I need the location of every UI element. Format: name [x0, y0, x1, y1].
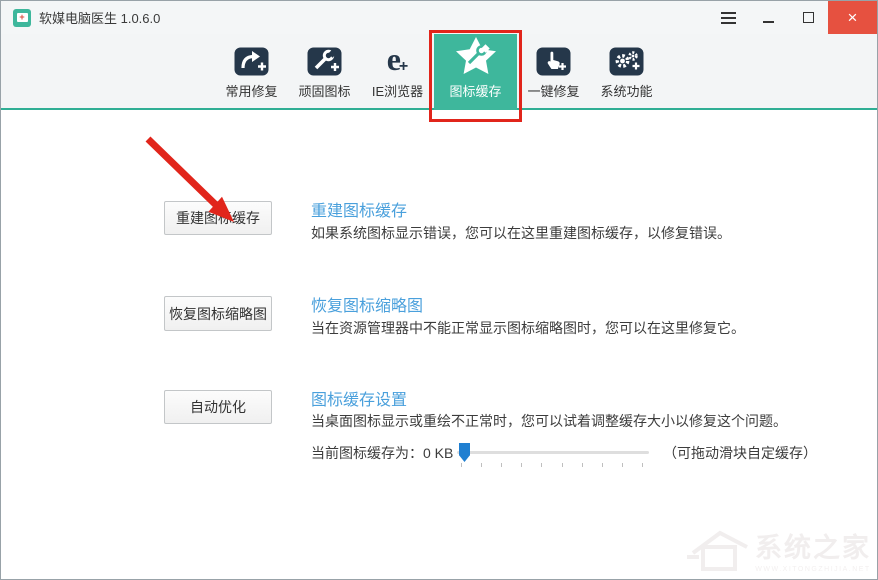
watermark-house-icon [685, 523, 755, 575]
section-desc-cache-settings: 当桌面图标显示或重绘不正常时，您可以试着调整缓存大小以修复这个问题。 [311, 411, 787, 431]
title-bar: + 软媒电脑医生 1.0.6.0 × [1, 1, 877, 34]
section-desc-rebuild: 如果系统图标显示错误，您可以在这里重建图标缓存，以修复错误。 [311, 223, 731, 243]
minimize-button[interactable] [748, 1, 788, 34]
tab-label: 系统功能 [600, 81, 652, 100]
slider-hint-text: （可拖动滑块自定缓存） [663, 443, 817, 463]
gears-icon [609, 34, 644, 76]
tab-label: IE浏览器 [372, 81, 423, 100]
tab-label: 图标缓存 [449, 81, 501, 100]
auto-optimize-button[interactable]: 自动优化 [164, 390, 272, 424]
slider-tick-marks [461, 463, 643, 467]
current-cache-size-label: 当前图标缓存为：0 KB [311, 443, 453, 463]
maximize-button[interactable] [788, 1, 828, 34]
close-button[interactable]: × [828, 1, 877, 34]
hand-click-icon [536, 34, 571, 76]
tab-label: 顽固图标 [298, 81, 350, 100]
hamburger-icon [721, 12, 736, 24]
section-heading-rebuild: 重建图标缓存 [311, 197, 407, 221]
main-content: 重建图标缓存 重建图标缓存 如果系统图标显示错误，您可以在这里重建图标缓存，以修… [1, 112, 877, 579]
tab-system-functions[interactable]: 系统功能 [590, 34, 663, 110]
maximize-icon [803, 12, 814, 23]
window-title: 软媒电脑医生 1.0.6.0 [39, 8, 160, 27]
tab-stubborn-icons[interactable]: 顽固图标 [288, 34, 361, 110]
app-window: + 软媒电脑医生 1.0.6.0 × [0, 0, 878, 580]
star-wrench-icon [455, 34, 497, 76]
watermark: 系统之家 WWW.XITONGZHIJIA.NET [685, 523, 871, 575]
watermark-subtext: WWW.XITONGZHIJIA.NET [755, 566, 870, 573]
tab-icon-cache[interactable]: 图标缓存 [434, 34, 517, 110]
section-desc-thumbnails: 当在资源管理器中不能正常显示图标缩略图时，您可以在这里修复它。 [311, 318, 745, 338]
section-heading-cache-settings: 图标缓存设置 [311, 386, 407, 410]
tab-ie-browser[interactable]: e+ IE浏览器 [361, 34, 434, 110]
minimize-icon [763, 21, 774, 23]
rebuild-icon-cache-button[interactable]: 重建图标缓存 [164, 201, 272, 235]
section-heading-thumbnails: 恢复图标缩略图 [311, 292, 423, 316]
tab-one-click-repair[interactable]: 一键修复 [517, 34, 590, 110]
tab-common-repair[interactable]: 常用修复 [215, 34, 288, 110]
app-logo-medkit-icon: + [13, 9, 31, 27]
restore-thumbnails-button[interactable]: 恢复图标缩略图 [164, 296, 272, 331]
ie-plus-icon: e+ [387, 34, 409, 76]
toolbar: 常用修复 顽固图标 e+ IE浏览器 [1, 34, 877, 110]
tab-label: 一键修复 [527, 81, 579, 100]
wrench-icon [307, 34, 342, 76]
window-controls: × [708, 1, 877, 34]
repair-arrow-icon [234, 34, 269, 76]
slider-thumb[interactable] [459, 443, 470, 462]
menu-button[interactable] [708, 1, 748, 34]
slider-track[interactable] [457, 451, 649, 454]
close-icon: × [848, 8, 858, 28]
tab-label: 常用修复 [225, 81, 277, 100]
watermark-text: 系统之家 [755, 526, 871, 565]
